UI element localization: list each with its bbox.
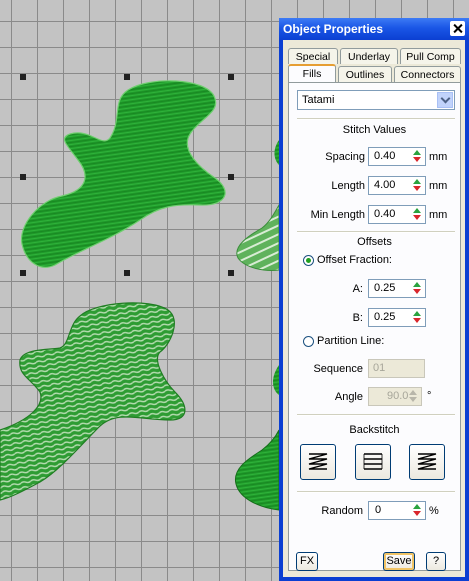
selection-handle-br[interactable]	[228, 270, 234, 276]
spin-arrows-icon	[406, 389, 420, 404]
fx-button[interactable]: FX	[296, 552, 318, 571]
spin-arrows-icon[interactable]	[410, 310, 424, 325]
length-unit: mm	[429, 180, 448, 192]
selected-fill-shape[interactable]	[20, 80, 226, 268]
sequence-input: 01	[368, 359, 425, 378]
dark-fill-shape[interactable]	[234, 429, 280, 511]
tab-outlines[interactable]: Outlines	[338, 66, 392, 82]
backstitch-straight-button[interactable]	[355, 444, 391, 480]
selection-handle-bl[interactable]	[20, 270, 26, 276]
length-value: 4.00	[374, 179, 396, 191]
selection-handle-ml[interactable]	[20, 174, 26, 180]
a-input[interactable]: 0.25	[368, 279, 426, 298]
light-fill-shape[interactable]	[0, 302, 186, 501]
separator	[297, 491, 455, 493]
fill-type-value: Tatami	[302, 94, 335, 106]
backstitch-straight-icon	[363, 453, 383, 470]
separator	[297, 118, 455, 120]
angle-label: Angle	[334, 391, 363, 403]
min-length-unit: mm	[429, 209, 448, 221]
sequence-label: Sequence	[313, 363, 363, 375]
random-label: Random	[321, 505, 363, 517]
angle-input: 90.0	[368, 387, 422, 406]
selection-handle-tr[interactable]	[228, 74, 234, 80]
random-unit: %	[429, 505, 439, 517]
selection-handle-mr[interactable]	[228, 174, 234, 180]
panel-title: Object Properties	[283, 22, 384, 36]
spin-arrows-icon[interactable]	[410, 503, 424, 518]
close-icon[interactable]	[450, 21, 465, 36]
length-input[interactable]: 4.00	[368, 176, 426, 195]
striped-fill-shape[interactable]	[236, 203, 280, 271]
a-label: A:	[352, 283, 363, 295]
backstitch-zigzag-right-icon	[417, 453, 437, 470]
chevron-down-icon[interactable]	[437, 92, 453, 108]
min-length-input[interactable]: 0.40	[368, 205, 426, 224]
help-button[interactable]: ?	[426, 552, 446, 571]
tab-fills[interactable]: Fills	[288, 64, 336, 82]
random-input[interactable]: 0	[368, 501, 426, 520]
selection-handle-tl[interactable]	[20, 74, 26, 80]
b-value: 0.25	[374, 311, 396, 323]
spacing-input[interactable]: 0.40	[368, 147, 426, 166]
b-label: B:	[352, 312, 363, 324]
panel-body: Special Underlay Pull Comp Fills Outline…	[283, 40, 465, 577]
offset-fraction-label: Offset Fraction:	[317, 254, 392, 266]
partition-line-radio[interactable]	[303, 336, 314, 347]
length-label: Length	[331, 180, 365, 192]
min-length-value: 0.40	[374, 208, 396, 220]
separator	[297, 414, 455, 416]
sequence-value: 01	[373, 362, 386, 374]
stitch-values-heading: Stitch Values	[342, 124, 407, 136]
fill-type-select[interactable]: Tatami	[297, 90, 455, 110]
offsets-heading: Offsets	[357, 236, 392, 248]
min-length-label: Min Length	[310, 209, 365, 221]
backstitch-heading: Backstitch	[349, 424, 400, 436]
tab-special[interactable]: Special	[288, 48, 338, 64]
partition-line-label: Partition Line:	[317, 335, 385, 347]
selection-handle-tm[interactable]	[124, 74, 130, 80]
spacing-label: Spacing	[325, 151, 365, 163]
panel-titlebar[interactable]: Object Properties	[279, 18, 469, 40]
spin-arrows-icon[interactable]	[410, 207, 424, 222]
tab-underlay[interactable]: Underlay	[340, 48, 398, 64]
save-button[interactable]: Save	[383, 552, 415, 571]
a-value: 0.25	[374, 282, 396, 294]
spin-arrows-icon[interactable]	[410, 281, 424, 296]
spacing-value: 0.40	[374, 150, 396, 162]
backstitch-zigzag-left-icon	[308, 453, 328, 470]
separator	[297, 231, 455, 233]
backstitch-zigzag-right-button[interactable]	[409, 444, 445, 480]
random-value: 0	[375, 504, 382, 516]
offset-fraction-radio[interactable]	[303, 255, 314, 266]
tab-pull-comp[interactable]: Pull Comp	[400, 48, 461, 64]
spacing-unit: mm	[429, 151, 448, 163]
spin-arrows-icon[interactable]	[410, 149, 424, 164]
selection-handle-bm[interactable]	[124, 270, 130, 276]
b-input[interactable]: 0.25	[368, 308, 426, 327]
angle-unit: °	[427, 390, 432, 402]
tab-connectors[interactable]: Connectors	[394, 66, 461, 82]
backstitch-zigzag-left-button[interactable]	[300, 444, 336, 480]
spin-arrows-icon[interactable]	[410, 178, 424, 193]
object-properties-panel: Object Properties Special Underlay Pull …	[279, 18, 469, 581]
